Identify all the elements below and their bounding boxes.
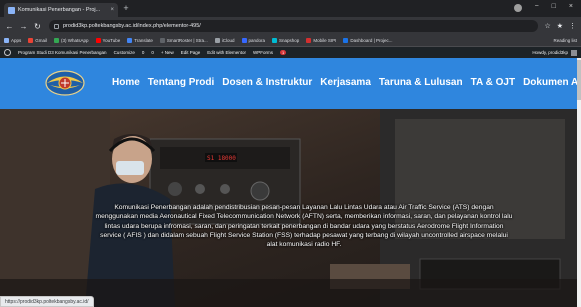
- bookmark-item[interactable]: Gmail: [28, 38, 47, 43]
- bookmark-favicon-icon: [241, 38, 247, 43]
- bookmark-favicon-icon: [214, 38, 220, 43]
- wpforms-notification-badge: 1: [280, 50, 287, 55]
- bookmark-item[interactable]: Dashboard | Projec...: [343, 38, 393, 43]
- admin-bar-edit-page[interactable]: Edit Page: [181, 50, 201, 55]
- tab-close-icon[interactable]: ×: [110, 7, 114, 13]
- bookmark-favicon-icon: [54, 38, 60, 43]
- forward-arrow-icon[interactable]: →: [19, 22, 28, 31]
- main-navigation: Home Tentang Prodi Dosen & Instruktur Kerja…: [112, 77, 581, 88]
- bookmark-label: Snapshop: [279, 38, 300, 43]
- reload-icon[interactable]: ↻: [33, 22, 42, 31]
- bookmark-label: iCloud: [221, 38, 235, 43]
- admin-bar-wpforms[interactable]: WPForms: [253, 50, 273, 55]
- poltekbang-logo-icon[interactable]: [44, 62, 86, 104]
- admin-bar-elementor[interactable]: Edit with Elementor: [207, 50, 246, 55]
- back-arrow-icon[interactable]: ←: [5, 22, 14, 31]
- menu-kebab-icon[interactable]: ⋮: [569, 22, 576, 30]
- bookmark-favicon-icon: [95, 38, 101, 43]
- bookmark-item[interactable]: YouTube: [95, 38, 121, 43]
- nav-item-home[interactable]: Home: [112, 77, 140, 88]
- reading-list-label: Reading list: [553, 38, 577, 43]
- bookmark-label: Mobile SIPI: [313, 38, 337, 43]
- site-header: Home Tentang Prodi Dosen & Instruktur Kerja…: [0, 58, 581, 109]
- new-tab-button[interactable]: +: [121, 4, 131, 14]
- minimize-button[interactable]: −: [535, 3, 539, 14]
- bookmark-favicon-icon: [28, 38, 34, 43]
- address-bar[interactable]: prodid3kp.poltekbangsby.ac.id/index.php/…: [49, 20, 539, 32]
- bookmark-item[interactable]: (3) WhatsApp: [54, 38, 89, 43]
- window-controls: − □ ×: [513, 3, 573, 14]
- bookmark-favicon-icon: [159, 38, 165, 43]
- tab-title: Komunikasi Penerbangan - Proj...: [18, 7, 101, 13]
- bookmark-favicon-icon: [127, 38, 133, 43]
- admin-bar-site-name[interactable]: Program Studi D3 Komunikasi Penerbangan: [18, 50, 107, 55]
- howdy-user[interactable]: Howdy, prodid3kp: [532, 49, 577, 56]
- bookmark-label: SmartRoster | Stra...: [166, 38, 208, 43]
- maximize-button[interactable]: □: [552, 3, 556, 14]
- admin-bar-new[interactable]: + New: [161, 50, 174, 55]
- admin-bar-updates[interactable]: 0: [142, 50, 145, 55]
- bookmark-label: Apps: [11, 38, 22, 43]
- admin-bar-customize[interactable]: Customize: [114, 50, 135, 55]
- reading-list-button[interactable]: Reading list: [553, 38, 577, 43]
- toolbar-actions: ☆ ★ ⋮: [544, 22, 576, 30]
- bookmark-label: pandora: [248, 38, 266, 43]
- admin-bar-comments[interactable]: 0: [151, 50, 154, 55]
- extension-icon[interactable]: ★: [557, 22, 563, 30]
- bookmark-favicon-icon: [272, 38, 278, 43]
- radio-display-text: S1 18000: [207, 155, 236, 162]
- bookmark-item[interactable]: SmartRoster | Stra...: [159, 38, 208, 43]
- hero-description: Komunikasi Penerbangan adalah pendistrib…: [95, 204, 513, 249]
- scrollbar-thumb[interactable]: [577, 60, 581, 100]
- nav-item-tentang-prodi[interactable]: Tentang Prodi: [148, 77, 214, 88]
- hero-banner: S1 18000 Komunikasi Penerbangan adalah p…: [0, 109, 581, 307]
- bookmark-item[interactable]: Snapshop: [272, 38, 299, 43]
- bookmark-label: Gmail: [35, 38, 48, 43]
- tab-strip: Komunikasi Penerbangan - Proj... × + − □…: [0, 0, 581, 17]
- bookmark-item[interactable]: Apps: [4, 38, 21, 43]
- bookmark-item[interactable]: Mobile SIPI: [306, 38, 336, 43]
- bookmark-label: Translate: [134, 38, 153, 43]
- nav-item-taruna-lulusan[interactable]: Taruna & Lulusan: [379, 77, 463, 88]
- wp-admin-bar: Program Studi D3 Komunikasi Penerbangan C…: [0, 47, 581, 58]
- bookmark-label: Dashboard | Projec...: [350, 38, 393, 43]
- wordpress-logo-icon[interactable]: [4, 49, 11, 56]
- site-favicon-icon: [8, 6, 15, 14]
- nav-item-dokumen-aturan[interactable]: Dokumen Aturan: [523, 77, 581, 88]
- bookmark-item[interactable]: iCloud: [214, 38, 235, 43]
- address-url: prodid3kp.poltekbangsby.ac.id/index.php/…: [63, 23, 201, 29]
- user-avatar: [571, 49, 577, 56]
- bookmarks-bar: Apps Gmail (3) WhatsApp YouTube Translate Sma…: [0, 35, 581, 47]
- profile-avatar-icon[interactable]: [513, 4, 522, 12]
- howdy-label: Howdy, prodid3kp: [532, 50, 568, 55]
- bookmark-favicon-icon: [343, 38, 349, 43]
- status-url: https://prodid3kp.poltekbangsby.ac.id/: [0, 296, 94, 307]
- nav-item-ta-ojt[interactable]: TA & OJT: [471, 77, 515, 88]
- bookmark-star-icon[interactable]: ☆: [544, 22, 550, 30]
- close-window-button[interactable]: ×: [569, 3, 573, 14]
- bookmark-item[interactable]: Translate: [127, 38, 153, 43]
- browser-toolbar: ← → ↻ prodid3kp.poltekbangsby.ac.id/inde…: [0, 17, 581, 35]
- nav-item-dosen-instruktur[interactable]: Dosen & Instruktur: [222, 77, 312, 88]
- bookmark-label: (3) WhatsApp: [61, 38, 89, 43]
- bookmark-item[interactable]: pandora: [241, 38, 266, 43]
- bookmark-favicon-icon: [306, 38, 312, 43]
- lock-icon: [54, 23, 59, 29]
- browser-tab[interactable]: Komunikasi Penerbangan - Proj... ×: [4, 3, 118, 17]
- bookmark-favicon-icon: [4, 38, 9, 43]
- nav-item-kerjasama[interactable]: Kerjasama: [320, 77, 371, 88]
- bookmark-label: YouTube: [102, 38, 121, 43]
